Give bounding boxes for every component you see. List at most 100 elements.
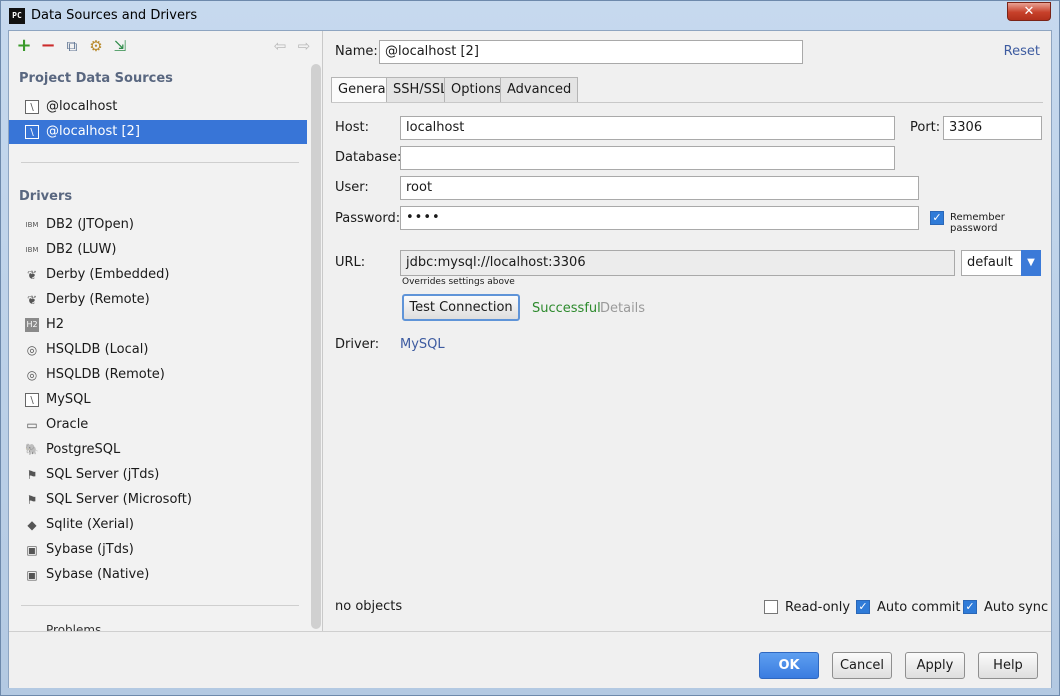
name-label: Name:: [335, 44, 378, 59]
test-status: Successful: [532, 301, 601, 316]
import-icon[interactable]: ⇲: [111, 37, 129, 55]
url-mode-value: default: [967, 255, 1013, 270]
chevron-down-icon: ▼: [1021, 250, 1041, 276]
driver-item-sybase-jtds[interactable]: ▣ Sybase (jTds): [9, 538, 307, 562]
sqlserver-icon: ⚑: [26, 468, 38, 482]
readonly-checkbox[interactable]: [764, 600, 778, 614]
properties-icon[interactable]: ⚙: [87, 37, 105, 55]
derby-icon: ❦: [26, 293, 38, 307]
data-source-settings-panel: Name: @localhost [2] Reset General SSH/S…: [323, 31, 1052, 631]
h2-icon: H2: [25, 318, 39, 332]
autosync-label: Auto sync: [984, 600, 1049, 615]
autosync-checkbox[interactable]: ✓: [963, 600, 977, 614]
driver-item-mysql[interactable]: \ MySQL: [9, 388, 307, 412]
copy-icon[interactable]: ⧉: [63, 37, 81, 55]
add-icon[interactable]: +: [15, 37, 33, 55]
dialog-footer: OK Cancel Apply Help: [9, 632, 1051, 688]
database-input[interactable]: [400, 146, 895, 170]
data-source-item[interactable]: \ @localhost: [9, 95, 307, 119]
port-label: Port:: [910, 120, 941, 135]
test-connection-button[interactable]: Test Connection: [402, 294, 520, 321]
mysql-icon: \: [25, 393, 39, 407]
driver-label: PostgreSQL: [46, 442, 121, 457]
name-input[interactable]: @localhost [2]: [379, 40, 803, 64]
derby-icon: ❦: [26, 268, 38, 282]
drivers-heading: Drivers: [19, 189, 73, 204]
driver-item-oracle[interactable]: ▭ Oracle: [9, 413, 307, 437]
mysql-icon: \: [25, 100, 39, 114]
driver-item-derby-embedded[interactable]: ❦ Derby (Embedded): [9, 263, 307, 287]
driver-item-sqlserver-jtds[interactable]: ⚑ SQL Server (jTds): [9, 463, 307, 487]
sidebar-scrollbar[interactable]: [311, 64, 321, 629]
database-label: Database:: [335, 150, 402, 165]
objects-status: no objects: [335, 599, 403, 614]
driver-item-postgresql[interactable]: 🐘 PostgreSQL: [9, 438, 307, 462]
oracle-icon: ▭: [26, 418, 38, 432]
hsqldb-icon: ◎: [26, 343, 38, 357]
title-bar: PC Data Sources and Drivers ✕: [1, 1, 1059, 31]
driver-label: DB2 (LUW): [46, 242, 117, 257]
back-arrow-icon[interactable]: ⇦: [271, 37, 289, 55]
driver-item-db2-jtopen[interactable]: IBM DB2 (JTOpen): [9, 213, 307, 237]
driver-label: Oracle: [46, 417, 89, 432]
driver-label: MySQL: [46, 392, 91, 407]
ibm-icon: IBM: [25, 246, 39, 254]
close-window-button[interactable]: ✕: [1007, 2, 1051, 21]
ok-button[interactable]: OK: [759, 652, 819, 679]
port-input[interactable]: 3306: [943, 116, 1042, 140]
cancel-button[interactable]: Cancel: [832, 652, 892, 679]
driver-label: Derby (Remote): [46, 292, 150, 307]
driver-item-h2[interactable]: H2 H2: [9, 313, 307, 337]
driver-label: Derby (Embedded): [46, 267, 170, 282]
help-button[interactable]: Help: [978, 652, 1038, 679]
password-label: Password:: [335, 211, 401, 226]
window-title: Data Sources and Drivers: [31, 8, 198, 23]
user-input[interactable]: root: [400, 176, 919, 200]
host-input[interactable]: localhost: [400, 116, 895, 140]
sidebar-separator: [21, 162, 299, 163]
reset-link[interactable]: Reset: [1004, 44, 1040, 59]
driver-link[interactable]: MySQL: [400, 337, 445, 352]
postgresql-icon: 🐘: [25, 443, 39, 456]
pycharm-app-icon: PC: [9, 8, 25, 24]
autocommit-checkbox[interactable]: ✓: [856, 600, 870, 614]
tab-advanced[interactable]: Advanced: [500, 77, 579, 102]
forward-arrow-icon[interactable]: ⇨: [295, 37, 313, 55]
dialog-client-area: + − ⧉ ⚙ ⇲ ⇦ ⇨ Project Data Sources \ @lo…: [8, 30, 1052, 688]
driver-item-hsqldb-remote[interactable]: ◎ HSQLDB (Remote): [9, 363, 307, 387]
remember-password-checkbox[interactable]: ✓: [930, 211, 944, 225]
tab-body-border: [331, 102, 1043, 103]
driver-item-hsqldb-local[interactable]: ◎ HSQLDB (Local): [9, 338, 307, 362]
sybase-icon: ▣: [26, 568, 38, 582]
sqlserver-icon: ⚑: [26, 493, 38, 507]
driver-item-derby-remote[interactable]: ❦ Derby (Remote): [9, 288, 307, 312]
data-source-label: @localhost: [46, 99, 118, 114]
data-sources-sidebar: + − ⧉ ⚙ ⇲ ⇦ ⇨ Project Data Sources \ @lo…: [9, 31, 322, 631]
remove-icon[interactable]: −: [39, 37, 57, 55]
data-source-label: @localhost [2]: [46, 124, 140, 139]
data-source-item-selected[interactable]: \ @localhost [2]: [9, 120, 307, 144]
url-hint: Overrides settings above: [402, 277, 515, 287]
driver-item-sqlserver-microsoft[interactable]: ⚑ SQL Server (Microsoft): [9, 488, 307, 512]
tab-options[interactable]: Options: [444, 77, 509, 102]
url-mode-select[interactable]: default ▼: [961, 250, 1041, 276]
url-label: URL:: [335, 255, 366, 270]
driver-item-sqlite[interactable]: ◆ Sqlite (Xerial): [9, 513, 307, 537]
sybase-icon: ▣: [26, 543, 38, 557]
driver-item-sybase-native[interactable]: ▣ Sybase (Native): [9, 563, 307, 587]
hsqldb-icon: ◎: [26, 368, 38, 382]
driver-label: Sybase (Native): [46, 567, 150, 582]
remember-password-label: Remember password: [950, 212, 1005, 234]
password-input[interactable]: ••••: [400, 206, 919, 230]
apply-button[interactable]: Apply: [905, 652, 965, 679]
host-label: Host:: [335, 120, 369, 135]
url-input[interactable]: jdbc:mysql://localhost:3306: [400, 250, 955, 276]
readonly-label: Read-only: [785, 600, 851, 615]
autocommit-label: Auto commit: [877, 600, 961, 615]
details-link[interactable]: Details: [600, 301, 645, 316]
driver-label: HSQLDB (Remote): [46, 367, 165, 382]
driver-label: SQL Server (jTds): [46, 467, 160, 482]
driver-item-db2-luw[interactable]: IBM DB2 (LUW): [9, 238, 307, 262]
mysql-icon: \: [25, 125, 39, 139]
sidebar-toolbar: + − ⧉ ⚙ ⇲ ⇦ ⇨: [9, 31, 322, 61]
